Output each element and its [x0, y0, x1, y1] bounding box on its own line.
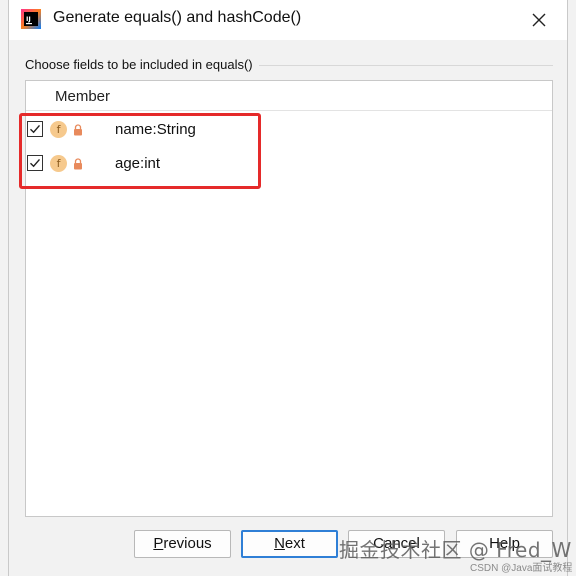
group-label: Choose fields to be included in equals()	[25, 57, 259, 72]
field-name: age:int	[115, 155, 161, 172]
checkmark-icon	[30, 158, 41, 168]
lock-icon	[74, 124, 82, 136]
table-row[interactable]: f name:String	[26, 115, 552, 147]
cancel-button[interactable]: Cancel	[348, 530, 445, 558]
help-button[interactable]: Help	[456, 530, 553, 558]
column-header-member: Member	[55, 88, 111, 105]
csdn-watermark: CSDN @Java面试教程	[470, 563, 573, 574]
previous-label: revious	[163, 535, 212, 552]
title-bar[interactable]: IJ Generate equals() and hashCode()	[9, 0, 567, 40]
members-table[interactable]: Member f name:String f age:int	[25, 80, 553, 517]
field-icon: f	[50, 155, 67, 172]
generate-equals-dialog: IJ Generate equals() and hashCode() Choo…	[8, 0, 572, 576]
next-button[interactable]: Next	[241, 530, 338, 558]
intellij-app-icon: IJ	[21, 9, 41, 29]
previous-mnemonic: P	[153, 535, 164, 552]
include-checkbox[interactable]	[27, 121, 43, 137]
dialog-title: Generate equals() and hashCode()	[53, 9, 302, 26]
field-icon: f	[50, 121, 67, 138]
table-row[interactable]: f age:int	[26, 149, 552, 181]
close-icon[interactable]	[527, 8, 551, 32]
svg-text:IJ: IJ	[26, 15, 31, 23]
field-name: name:String	[115, 121, 196, 138]
previous-button[interactable]: Previous	[134, 530, 231, 558]
column-header[interactable]: Member	[26, 81, 552, 111]
include-checkbox[interactable]	[27, 155, 43, 171]
next-label: ext	[284, 535, 305, 552]
next-mnemonic: N	[274, 535, 285, 552]
checkmark-icon	[30, 124, 41, 134]
lock-icon	[74, 158, 82, 170]
